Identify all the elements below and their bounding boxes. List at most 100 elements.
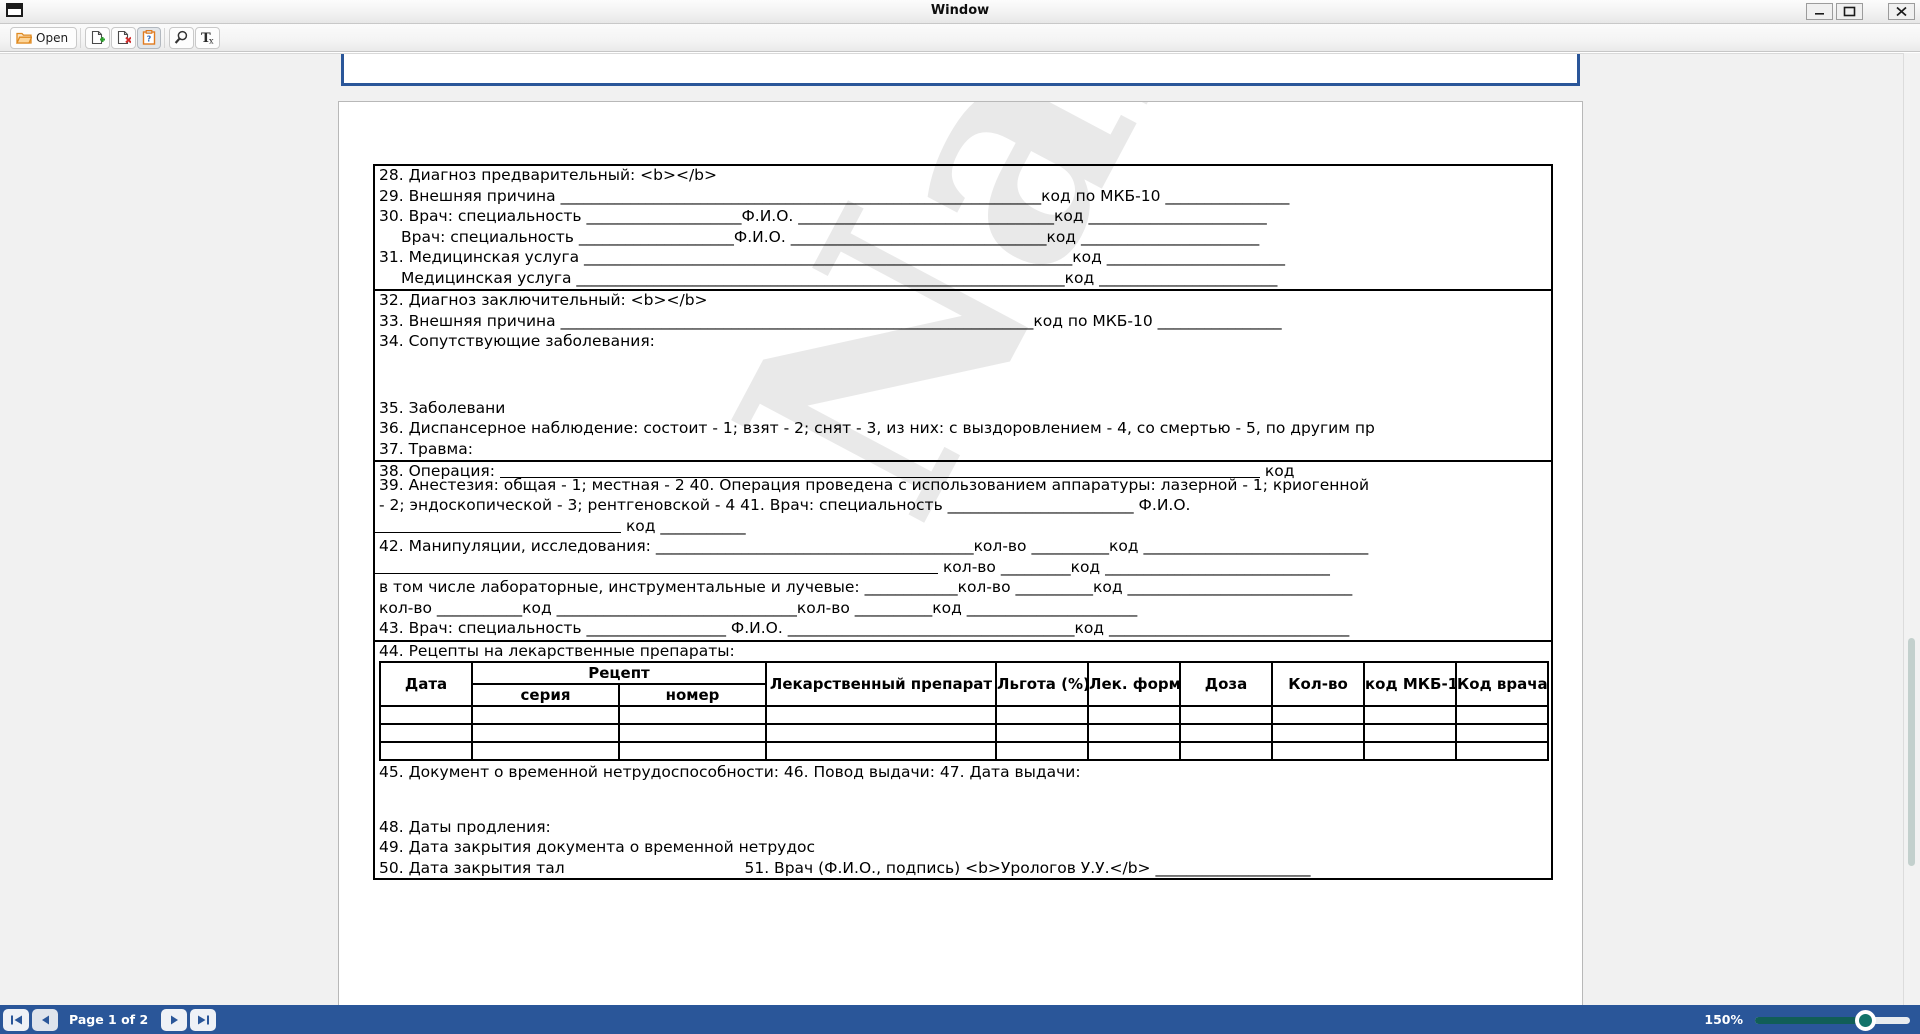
zoom-slider[interactable] <box>1755 1009 1910 1031</box>
chevron-left-icon <box>41 1015 49 1024</box>
cell-quantity[interactable] <box>1271 723 1365 743</box>
open-button-label: Open <box>36 30 69 45</box>
form-row-49: 49. Дата закрытия документа о временной … <box>379 838 816 856</box>
minimize-button[interactable] <box>1806 3 1833 20</box>
cell-benefit[interactable] <box>995 741 1089 761</box>
first-page-button[interactable] <box>3 1008 29 1031</box>
close-button[interactable] <box>1888 3 1915 20</box>
cell-quantity[interactable] <box>1271 741 1365 761</box>
form-row-42c: в том числе лабораторные, инструментальн… <box>379 578 1353 596</box>
cell-date[interactable] <box>379 705 473 725</box>
table-row[interactable] <box>379 741 1549 761</box>
toolbar-separator <box>164 27 166 48</box>
cell-benefit[interactable] <box>995 723 1089 743</box>
zoom-button[interactable] <box>169 26 195 49</box>
status-bar: Page 1 of 2 150% <box>0 1005 1920 1034</box>
chevron-right-icon <box>170 1015 178 1024</box>
col-group-recipe: Рецепт <box>471 661 767 685</box>
last-page-button[interactable] <box>190 1008 217 1031</box>
col-date: Дата <box>379 661 473 707</box>
cell-number[interactable] <box>618 705 767 725</box>
magnifier-icon <box>174 30 188 44</box>
maximize-icon <box>1843 6 1856 17</box>
svg-text:x: x <box>209 37 214 46</box>
document-page[interactable]: Nalat 28. Диагноз предварительный: <b></… <box>338 101 1583 1005</box>
form-row-29: 29. Внешняя причина ____________________… <box>379 186 1290 205</box>
form-row-28: 28. Диагноз предварительный: <b></b> <box>379 166 718 184</box>
scrollbar-thumb[interactable] <box>1908 638 1915 866</box>
cell-form[interactable] <box>1087 741 1181 761</box>
form-row-41-code: код ___________ <box>375 517 1551 538</box>
maximize-button[interactable] <box>1836 3 1863 20</box>
col-dose: Доза <box>1179 661 1273 707</box>
form-row-31: 31. Медицинская услуга _________________… <box>379 248 1286 266</box>
cell-date[interactable] <box>379 723 473 743</box>
cell-doctor-code[interactable] <box>1455 741 1549 761</box>
cell-form[interactable] <box>1087 705 1181 725</box>
minimize-icon <box>1815 13 1824 15</box>
col-number: номер <box>618 683 767 707</box>
cell-drug[interactable] <box>765 723 997 743</box>
new-document-button[interactable] <box>85 26 111 49</box>
form-row-33: 33. Внешняя причина ____________________… <box>379 311 1282 330</box>
folder-open-icon <box>16 32 32 44</box>
page-indicator[interactable]: Page 1 of 2 <box>59 1008 159 1031</box>
document-delete-icon <box>118 30 132 45</box>
form-row-34-blank <box>375 353 1551 399</box>
clipboard-button[interactable]: ? <box>137 26 162 49</box>
zoom-slider-knob[interactable] <box>1855 1009 1876 1031</box>
zoom-control[interactable]: 150% <box>1704 1005 1910 1034</box>
form-row-42b-text: кол-во _________код ____________________… <box>942 557 1330 576</box>
cell-number[interactable] <box>618 723 767 743</box>
cell-icd-code[interactable] <box>1363 723 1457 743</box>
previous-page-button[interactable] <box>32 1008 58 1031</box>
next-page-button[interactable] <box>161 1008 188 1031</box>
prescriptions-table-wrap: Дата Рецепт Лекарственный препарат Льгот… <box>375 661 1551 761</box>
zoom-slider-fill <box>1755 1016 1867 1024</box>
cell-series[interactable] <box>471 723 620 743</box>
form-row-45: 45. Документ о временной нетрудоспособно… <box>379 763 1081 781</box>
cell-benefit[interactable] <box>995 705 1089 725</box>
text-subscript-icon: T x <box>201 31 214 46</box>
cell-icd-code[interactable] <box>1363 741 1457 761</box>
clipboard-icon: ? <box>142 30 156 45</box>
delete-document-button[interactable] <box>111 26 137 49</box>
form-row-42b: кол-во _________код ____________________… <box>375 558 1551 579</box>
previous-page-edge <box>341 54 1580 86</box>
cell-dose[interactable] <box>1179 741 1273 761</box>
cell-date[interactable] <box>379 741 473 761</box>
prescriptions-table[interactable]: Дата Рецепт Лекарственный препарат Льгот… <box>379 661 1549 761</box>
form-row-43: 43. Врач: специальность ________________… <box>375 619 1551 642</box>
form-row-30b: Врач: специальность ____________________… <box>401 227 1260 246</box>
medical-form: 28. Диагноз предварительный: <b></b> 29.… <box>373 164 1553 880</box>
cell-dose[interactable] <box>1179 705 1273 725</box>
form-row-45-blank <box>375 784 1551 818</box>
cell-number[interactable] <box>618 741 767 761</box>
form-row-39b: - 2; эндоскопической - 3; рентгеновской … <box>379 496 1191 514</box>
form-row-50: 50. Дата закрытия тал 51. Врач (Ф.И.О., … <box>375 859 1551 880</box>
form-row-31b: Медицинская услуга _____________________… <box>375 269 1551 291</box>
cell-quantity[interactable] <box>1271 705 1365 725</box>
cell-doctor-code[interactable] <box>1455 723 1549 743</box>
cell-dose[interactable] <box>1179 723 1273 743</box>
vertical-scrollbar[interactable] <box>1903 53 1920 1005</box>
cell-drug[interactable] <box>765 741 997 761</box>
cell-drug[interactable] <box>765 705 997 725</box>
svg-text:?: ? <box>147 35 152 44</box>
cell-icd-code[interactable] <box>1363 705 1457 725</box>
toolbar-separator <box>80 27 82 48</box>
table-row[interactable] <box>379 723 1549 743</box>
cell-series[interactable] <box>471 705 620 725</box>
form-row-42d: кол-во ___________код __________________… <box>379 598 1138 617</box>
form-row-39: 39. Анестезия: общая - 1; местная - 2 40… <box>379 475 1370 494</box>
form-row-37: 37. Травма: <box>375 440 1551 462</box>
document-viewport[interactable]: Nalat 28. Диагноз предварительный: <b></… <box>0 53 1920 1005</box>
open-button[interactable]: Open <box>10 26 78 49</box>
form-row-44: 44. Рецепты на лекарственные препараты: <box>379 641 735 659</box>
table-row[interactable] <box>379 705 1549 725</box>
cell-series[interactable] <box>471 741 620 761</box>
cell-doctor-code[interactable] <box>1455 705 1549 725</box>
text-format-button[interactable]: T x <box>195 26 221 49</box>
form-row-30: 30. Врач: специальность ________________… <box>379 207 1267 225</box>
cell-form[interactable] <box>1087 723 1181 743</box>
